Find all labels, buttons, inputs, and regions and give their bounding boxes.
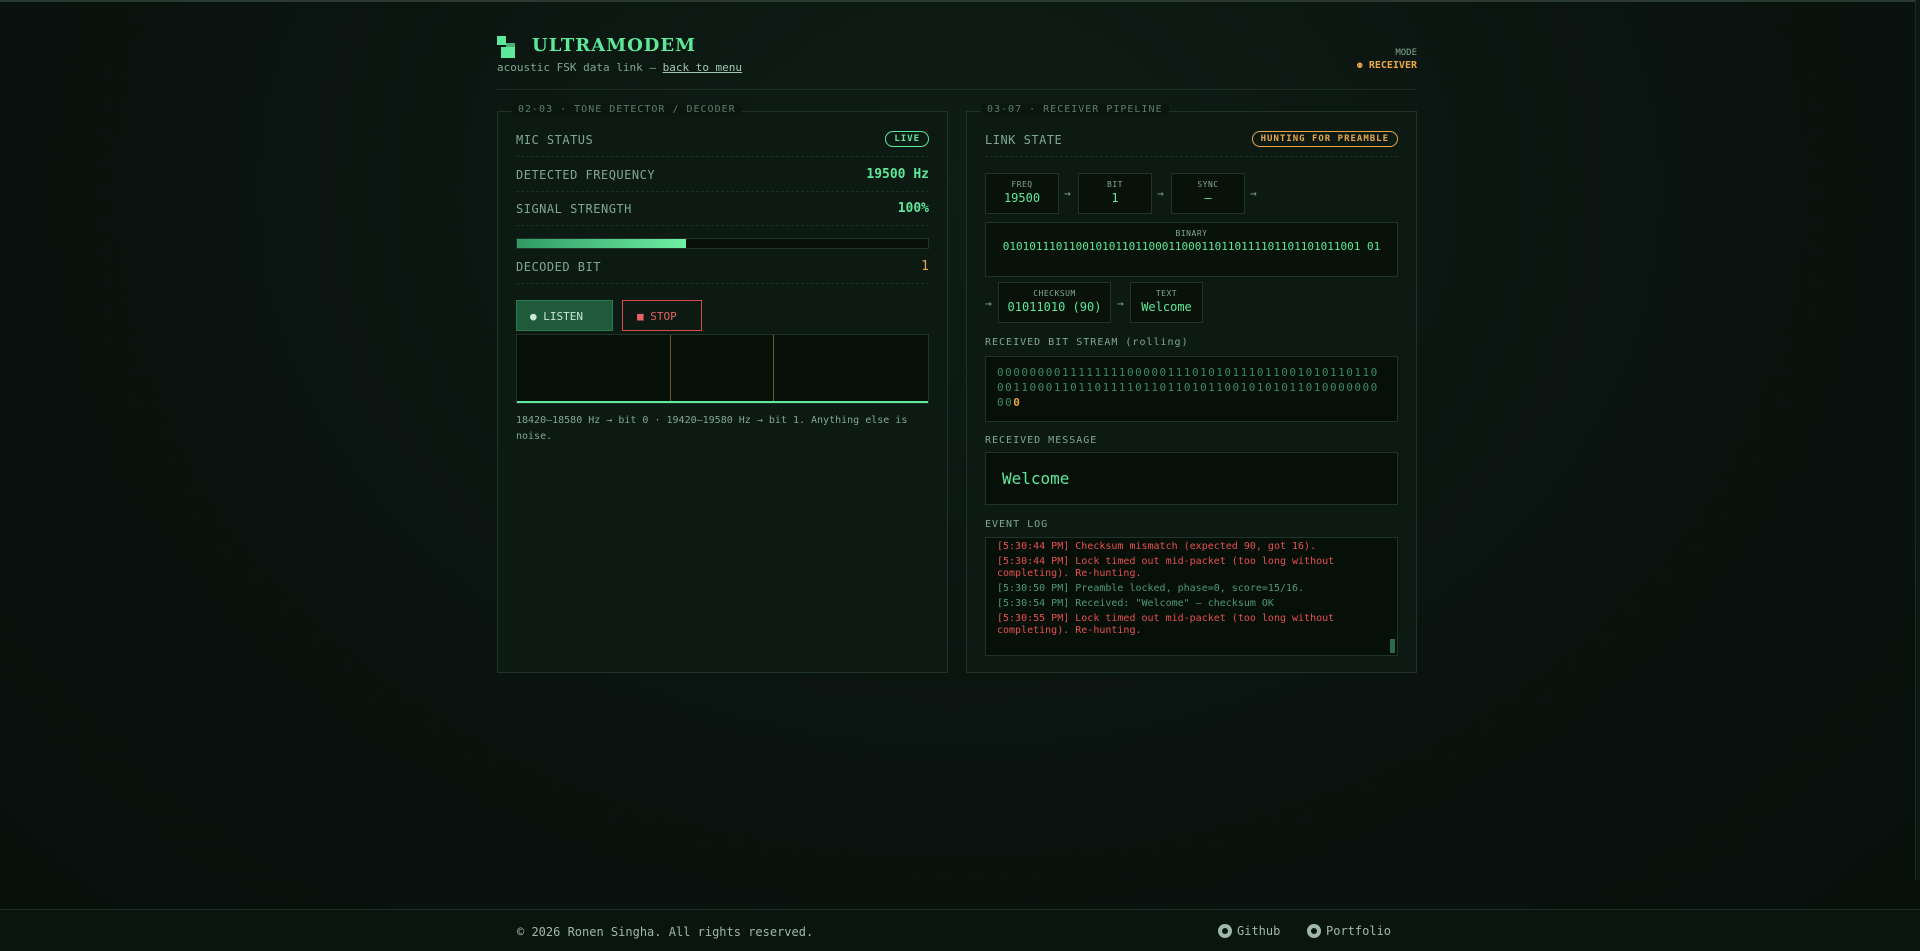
checksum-stage: CHECKSUM 01011010 (90) (998, 282, 1111, 323)
text-stage: TEXT Welcome (1130, 282, 1203, 323)
portfolio-link[interactable]: Portfolio (1307, 924, 1391, 938)
freq-stage-value: 19500 (1003, 191, 1041, 205)
stop-button-label: ■ STOP (637, 310, 677, 323)
github-icon (1218, 924, 1232, 938)
received-message: Welcome (985, 452, 1398, 505)
listen-button[interactable]: ● LISTEN (516, 300, 613, 331)
frequency-note: 18420–18580 Hz → bit 0 · 19420–19580 Hz … (516, 415, 908, 442)
freq-stage-label: FREQ (1011, 180, 1033, 189)
mode-label: MODE (1395, 48, 1417, 58)
bit-stage: BIT 1 (1078, 173, 1152, 214)
sync-stage-value: — (1204, 191, 1212, 205)
mic-status-row: MIC STATUS LIVE (516, 122, 929, 157)
stop-button[interactable]: ■ STOP (622, 300, 702, 331)
app-title: ULTRAMODEM (532, 35, 697, 56)
log-entry: [5:30:50 PM] Preamble locked, phase=0, s… (997, 583, 1305, 594)
strength-label: SIGNAL STRENGTH (516, 202, 632, 216)
text-stage-value: Welcome (1141, 300, 1192, 314)
signal-strength-bar (516, 238, 929, 249)
log-entry: [5:30:44 PM] Checksum mismatch (expected… (997, 541, 1317, 552)
event-log-label: EVENT LOG (985, 519, 1049, 530)
arrow-icon: → (1117, 297, 1124, 310)
frequency-value: 19500 Hz (866, 167, 929, 182)
arrow-icon: → (985, 297, 992, 310)
log-entry: [5:30:54 PM] Received: "Welcome" — check… (997, 598, 1274, 609)
bit-stream: 0000000011111111000001110101011101100101… (985, 356, 1398, 422)
receiver-pipeline-panel: 03-07 · RECEIVER PIPELINE LINK STATE HUN… (966, 104, 1417, 673)
checksum-stage-value: 01011010 (90) (1007, 300, 1102, 314)
portfolio-link-label: Portfolio (1326, 924, 1392, 938)
arrow-icon: → (1064, 187, 1071, 200)
tone-detector-panel: 02-03 · TONE DETECTOR / DECODER MIC STAT… (497, 104, 948, 673)
bit-stream-bits: 0000000011111111000001110101011101100101… (997, 366, 1379, 409)
mode-indicator: MODE ⚉ RECEIVER (1357, 48, 1417, 71)
bit-stage-value: 1 (1111, 191, 1119, 205)
binary-stage: BINARY 010101110110010101101100011000110… (985, 222, 1398, 277)
panel-tag: 02-03 · TONE DETECTOR / DECODER (512, 104, 742, 115)
decoded-bit-row: DECODED BIT 1 (516, 249, 929, 284)
github-link[interactable]: Github (1218, 924, 1280, 938)
link-state-badge: HUNTING FOR PREAMBLE (1251, 131, 1398, 147)
mode-value: ⚉ RECEIVER (1356, 60, 1417, 71)
app-subtitle: acoustic FSK data link — back to menu (497, 61, 742, 74)
text-stage-label: TEXT (1155, 289, 1178, 298)
binary-stage-label: BINARY (1175, 229, 1208, 238)
page-header: ULTRAMODEM acoustic FSK data link — back… (497, 33, 1417, 90)
strength-row: SIGNAL STRENGTH 100% (516, 191, 929, 226)
subtitle-text: acoustic FSK data link — (497, 61, 656, 74)
logo-icon (497, 36, 519, 58)
frequency-label: DETECTED FREQUENCY (516, 168, 656, 182)
link-state-label: LINK STATE (985, 133, 1063, 147)
log-entry: [5:30:44 PM] Lock timed out mid-packet (… (997, 556, 1335, 579)
freq-stage: FREQ 19500 (985, 173, 1059, 214)
checksum-stage-label: CHECKSUM (1033, 289, 1076, 298)
window-top-border (0, 0, 1920, 2)
frequency-scope (516, 334, 929, 404)
copyright-text: © 2026 Ronen Singha. All rights reserved… (517, 925, 814, 939)
sync-stage: SYNC — (1171, 173, 1245, 214)
decoded-bit-label: DECODED BIT (516, 260, 601, 274)
bit1-marker (773, 335, 774, 403)
event-log[interactable]: [5:30:43 PM] Preamble locked, phase=2, s… (985, 537, 1398, 656)
strength-value: 100% (897, 201, 929, 216)
binary-stage-value: 0101011101100101011011000110001101101111… (1002, 240, 1381, 253)
arrow-icon: → (1157, 187, 1164, 200)
log-entry: [5:30:43 PM] Preamble locked, phase=2, s… (997, 537, 1387, 538)
decoded-bit-value: 1 (921, 259, 929, 274)
bit-stream-latest: 0 (1013, 396, 1022, 409)
page-scrollbar[interactable] (1915, 0, 1920, 880)
panel-tag: 03-07 · RECEIVER PIPELINE (981, 104, 1169, 115)
arrow-icon: → (1250, 187, 1257, 200)
bit-stage-label: BIT (1107, 180, 1123, 189)
listen-button-label: ● LISTEN (530, 310, 583, 323)
sync-stage-label: SYNC (1197, 180, 1219, 189)
back-to-menu-link[interactable]: back to menu (663, 61, 742, 74)
frequency-row: DETECTED FREQUENCY 19500 Hz (516, 157, 929, 192)
page-footer: © 2026 Ronen Singha. All rights reserved… (0, 909, 1920, 951)
portfolio-icon (1307, 924, 1321, 938)
github-link-label: Github (1237, 924, 1281, 938)
mic-status-label: MIC STATUS (516, 133, 594, 147)
link-state-row: LINK STATE HUNTING FOR PREAMBLE (985, 122, 1398, 157)
bit0-marker (670, 335, 671, 403)
event-log-scrollbar[interactable] (1390, 639, 1395, 653)
signal-strength-fill (517, 239, 686, 248)
scope-baseline (517, 401, 928, 403)
log-entry: [5:30:55 PM] Lock timed out mid-packet (… (997, 613, 1335, 636)
live-badge: LIVE (885, 131, 929, 147)
bit-stream-label: RECEIVED BIT STREAM (rolling) (985, 337, 1189, 348)
event-log-list: [5:30:43 PM] Preamble locked, phase=2, s… (997, 537, 1387, 640)
message-label: RECEIVED MESSAGE (985, 435, 1098, 446)
